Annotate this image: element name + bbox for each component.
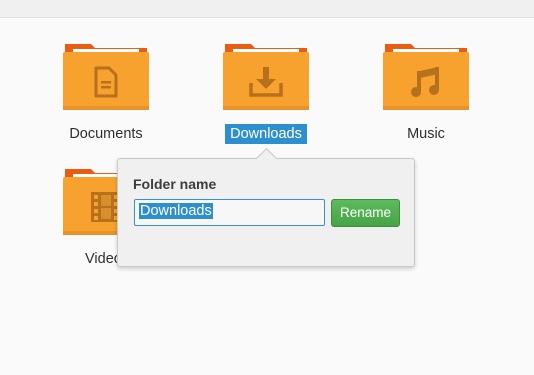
- document-icon: [94, 66, 118, 98]
- download-icon: [249, 67, 283, 97]
- folder-label: Music: [407, 126, 445, 142]
- popover-arrow: [255, 147, 278, 170]
- folder-label-selected-text: Downloads: [225, 124, 307, 144]
- folder-item-music[interactable]: Music: [356, 40, 496, 150]
- music-note-icon: [411, 67, 439, 97]
- rename-button[interactable]: Rename: [331, 199, 400, 227]
- folder-item-documents[interactable]: Documents: [36, 40, 176, 150]
- popover-title: Folder name: [133, 176, 217, 192]
- window-top-edge: [0, 0, 534, 18]
- folder-label: Documents: [69, 126, 143, 142]
- folder-label: Downloads: [196, 124, 336, 144]
- rename-popover: Folder name Downloads Rename: [117, 147, 415, 267]
- folder-name-input[interactable]: Downloads: [134, 199, 325, 226]
- folder-item-downloads[interactable]: Downloads: [196, 40, 336, 150]
- folder-name-input-selected-text: Downloads: [139, 203, 213, 219]
